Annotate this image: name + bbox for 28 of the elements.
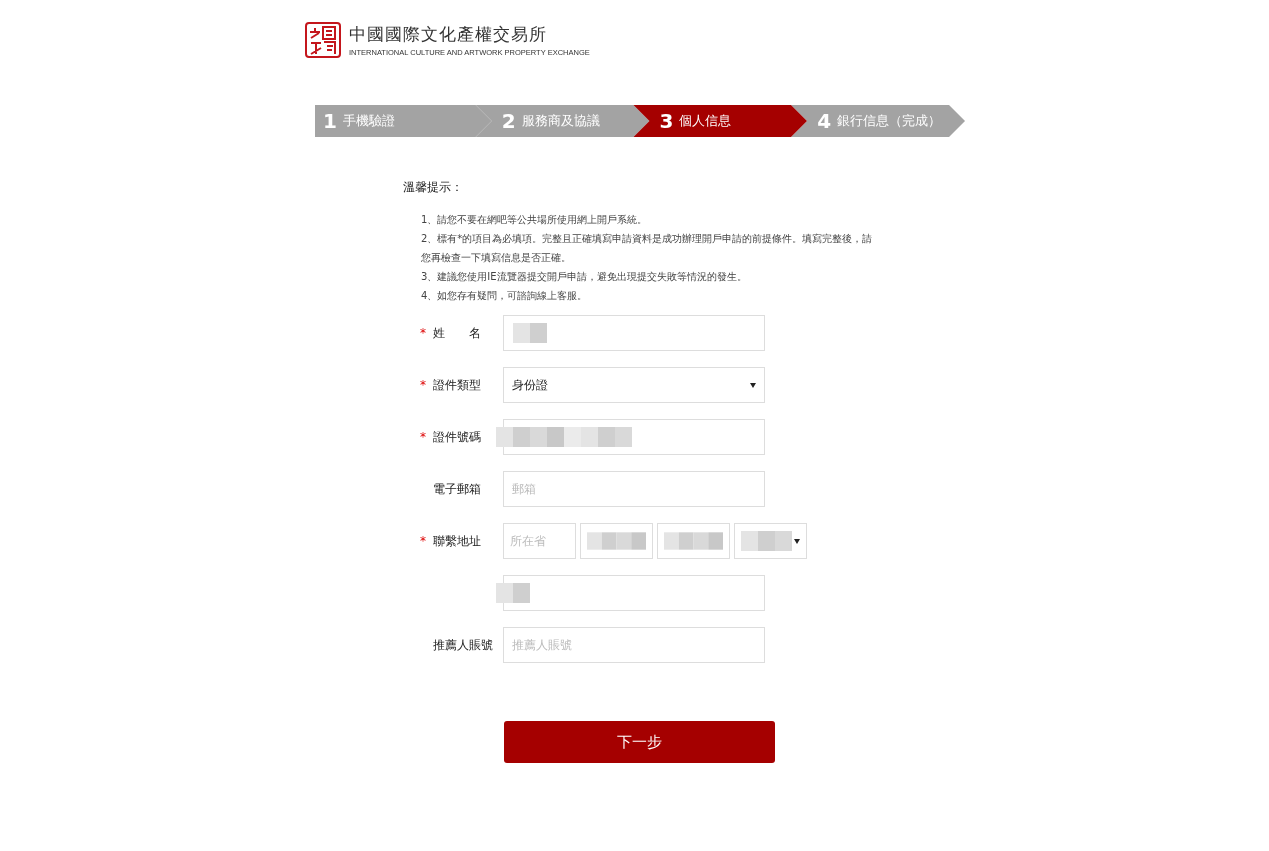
field-label: 推薦人賬號 — [433, 636, 494, 654]
notice-title: 溫馨提示： — [403, 179, 464, 196]
input-field[interactable] — [503, 575, 765, 611]
input-field[interactable]: 推薦人賬號 — [503, 627, 765, 663]
notice-item: 4、如您存有疑問，可諮詢線上客服。 — [421, 289, 589, 303]
field-label: 姓 名 — [433, 324, 482, 342]
logo-title: 中國國際文化產權交易所 — [349, 23, 548, 46]
required-mark: * — [420, 430, 427, 444]
next-button[interactable]: 下一步 — [504, 721, 775, 763]
field-label: 聯繫地址 — [433, 532, 482, 550]
input-field[interactable]: 郵箱 — [503, 471, 765, 507]
required-mark: * — [420, 326, 427, 340]
notice-item: 2、標有*的項目為必填項。完整且正確填寫申請資料是成功辦理開戶申請的前提條件。填寫完整後，請您再檢查一下填寫信息是否正確。 — [421, 232, 874, 265]
caret-icon — [750, 382, 756, 388]
select-field[interactable]: 身份證 — [503, 367, 765, 403]
seal-logo-icon — [305, 22, 341, 58]
field-label: 證件類型 — [433, 376, 482, 394]
caret-icon — [794, 538, 800, 544]
notice-item: 1、請您不要在網吧等公共場所使用網上開戶系統。 — [421, 213, 649, 227]
required-mark: * — [420, 378, 427, 392]
select-field[interactable] — [657, 523, 730, 559]
input-field[interactable] — [503, 315, 765, 351]
field-label: 證件號碼 — [433, 428, 482, 446]
required-mark: * — [420, 534, 427, 548]
select-field[interactable] — [734, 523, 807, 559]
notice-item: 3、建議您使用IE流覽器提交開戶申請，避免出現提交失敗等情況的發生。 — [421, 270, 748, 284]
field-label: 電子郵箱 — [433, 480, 482, 498]
select-field[interactable] — [580, 523, 653, 559]
